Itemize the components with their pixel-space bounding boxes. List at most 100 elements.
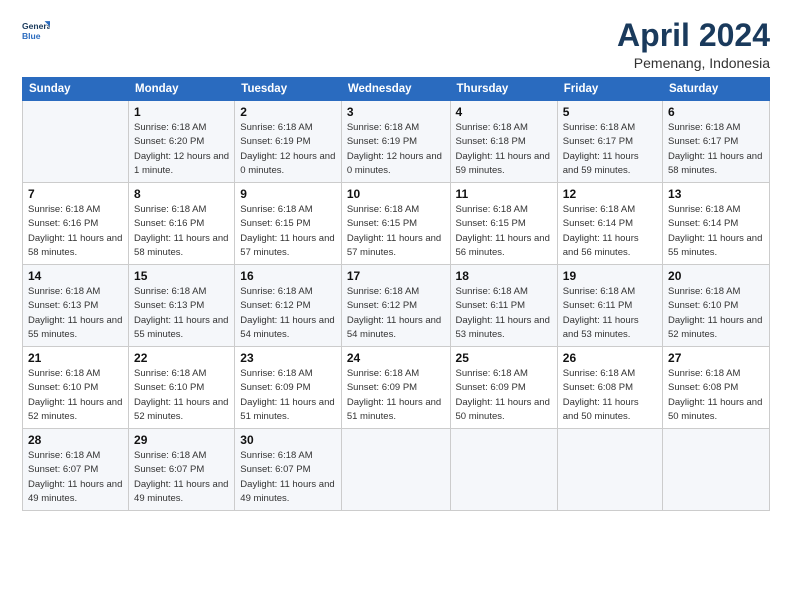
calendar-cell: 3 Sunrise: 6:18 AM Sunset: 6:19 PM Dayli… [341, 101, 450, 183]
sunset: Sunset: 6:10 PM [134, 382, 204, 393]
col-friday: Friday [557, 78, 662, 101]
day-number: 6 [668, 105, 764, 119]
day-number: 18 [456, 269, 552, 283]
sunset: Sunset: 6:11 PM [456, 300, 526, 311]
sunrise: Sunrise: 6:18 AM [240, 122, 312, 133]
day-info: Sunrise: 6:18 AM Sunset: 6:10 PM Dayligh… [134, 367, 229, 424]
day-info: Sunrise: 6:18 AM Sunset: 6:09 PM Dayligh… [456, 367, 552, 424]
daylight: Daylight: 12 hours and 0 minutes. [240, 151, 335, 176]
calendar-cell: 1 Sunrise: 6:18 AM Sunset: 6:20 PM Dayli… [129, 101, 235, 183]
day-number: 21 [28, 351, 123, 365]
sunrise: Sunrise: 6:18 AM [563, 368, 635, 379]
sunrise: Sunrise: 6:18 AM [240, 368, 312, 379]
day-info: Sunrise: 6:18 AM Sunset: 6:19 PM Dayligh… [240, 121, 336, 178]
day-info: Sunrise: 6:18 AM Sunset: 6:13 PM Dayligh… [134, 285, 229, 342]
sunset: Sunset: 6:12 PM [240, 300, 310, 311]
sunrise: Sunrise: 6:18 AM [28, 368, 100, 379]
col-sunday: Sunday [23, 78, 129, 101]
daylight: Daylight: 11 hours and 53 minutes. [563, 315, 639, 340]
day-number: 20 [668, 269, 764, 283]
sunset: Sunset: 6:15 PM [456, 218, 526, 229]
day-number: 10 [347, 187, 445, 201]
daylight: Daylight: 11 hours and 51 minutes. [347, 397, 441, 422]
sunrise: Sunrise: 6:18 AM [668, 122, 740, 133]
day-info: Sunrise: 6:18 AM Sunset: 6:07 PM Dayligh… [240, 449, 336, 506]
sunset: Sunset: 6:10 PM [668, 300, 738, 311]
daylight: Daylight: 11 hours and 53 minutes. [456, 315, 550, 340]
calendar-cell: 14 Sunrise: 6:18 AM Sunset: 6:13 PM Dayl… [23, 265, 129, 347]
sunrise: Sunrise: 6:18 AM [456, 368, 528, 379]
daylight: Daylight: 11 hours and 58 minutes. [134, 233, 228, 258]
day-info: Sunrise: 6:18 AM Sunset: 6:14 PM Dayligh… [668, 203, 764, 260]
day-info: Sunrise: 6:18 AM Sunset: 6:15 PM Dayligh… [347, 203, 445, 260]
sunset: Sunset: 6:10 PM [28, 382, 98, 393]
calendar-cell: 10 Sunrise: 6:18 AM Sunset: 6:15 PM Dayl… [341, 183, 450, 265]
calendar-cell: 18 Sunrise: 6:18 AM Sunset: 6:11 PM Dayl… [450, 265, 557, 347]
sunset: Sunset: 6:09 PM [240, 382, 310, 393]
daylight: Daylight: 11 hours and 59 minutes. [563, 151, 639, 176]
daylight: Daylight: 12 hours and 0 minutes. [347, 151, 442, 176]
sunset: Sunset: 6:08 PM [668, 382, 738, 393]
daylight: Daylight: 11 hours and 56 minutes. [563, 233, 639, 258]
day-info: Sunrise: 6:18 AM Sunset: 6:09 PM Dayligh… [240, 367, 336, 424]
day-number: 3 [347, 105, 445, 119]
sunset: Sunset: 6:20 PM [134, 136, 204, 147]
day-number: 30 [240, 433, 336, 447]
calendar-cell: 17 Sunrise: 6:18 AM Sunset: 6:12 PM Dayl… [341, 265, 450, 347]
day-info: Sunrise: 6:18 AM Sunset: 6:12 PM Dayligh… [347, 285, 445, 342]
calendar-week-3: 21 Sunrise: 6:18 AM Sunset: 6:10 PM Dayl… [23, 347, 770, 429]
calendar-week-4: 28 Sunrise: 6:18 AM Sunset: 6:07 PM Dayl… [23, 429, 770, 511]
day-info: Sunrise: 6:18 AM Sunset: 6:15 PM Dayligh… [240, 203, 336, 260]
calendar-week-0: 1 Sunrise: 6:18 AM Sunset: 6:20 PM Dayli… [23, 101, 770, 183]
calendar-table: Sunday Monday Tuesday Wednesday Thursday… [22, 77, 770, 511]
sunrise: Sunrise: 6:18 AM [240, 204, 312, 215]
day-info: Sunrise: 6:18 AM Sunset: 6:11 PM Dayligh… [563, 285, 657, 342]
daylight: Daylight: 11 hours and 55 minutes. [668, 233, 762, 258]
sunrise: Sunrise: 6:18 AM [668, 204, 740, 215]
day-number: 17 [347, 269, 445, 283]
calendar-cell: 9 Sunrise: 6:18 AM Sunset: 6:15 PM Dayli… [235, 183, 342, 265]
sunset: Sunset: 6:11 PM [563, 300, 633, 311]
col-wednesday: Wednesday [341, 78, 450, 101]
header: General Blue General Blue April 2024 Pem… [22, 18, 770, 71]
day-info: Sunrise: 6:18 AM Sunset: 6:12 PM Dayligh… [240, 285, 336, 342]
title-block: April 2024 Pemenang, Indonesia [617, 18, 770, 71]
daylight: Daylight: 11 hours and 56 minutes. [456, 233, 550, 258]
day-number: 27 [668, 351, 764, 365]
sunset: Sunset: 6:19 PM [240, 136, 310, 147]
calendar-cell: 28 Sunrise: 6:18 AM Sunset: 6:07 PM Dayl… [23, 429, 129, 511]
calendar-cell: 19 Sunrise: 6:18 AM Sunset: 6:11 PM Dayl… [557, 265, 662, 347]
day-info: Sunrise: 6:18 AM Sunset: 6:07 PM Dayligh… [134, 449, 229, 506]
sunrise: Sunrise: 6:18 AM [668, 286, 740, 297]
day-info: Sunrise: 6:18 AM Sunset: 6:15 PM Dayligh… [456, 203, 552, 260]
calendar-week-2: 14 Sunrise: 6:18 AM Sunset: 6:13 PM Dayl… [23, 265, 770, 347]
sunrise: Sunrise: 6:18 AM [134, 368, 206, 379]
col-saturday: Saturday [663, 78, 770, 101]
day-number: 8 [134, 187, 229, 201]
sunset: Sunset: 6:14 PM [668, 218, 738, 229]
day-info: Sunrise: 6:18 AM Sunset: 6:11 PM Dayligh… [456, 285, 552, 342]
day-info: Sunrise: 6:18 AM Sunset: 6:17 PM Dayligh… [668, 121, 764, 178]
daylight: Daylight: 11 hours and 57 minutes. [240, 233, 334, 258]
col-monday: Monday [129, 78, 235, 101]
day-number: 9 [240, 187, 336, 201]
daylight: Daylight: 11 hours and 50 minutes. [668, 397, 762, 422]
logo-icon: General Blue [22, 18, 50, 46]
sunset: Sunset: 6:16 PM [134, 218, 204, 229]
sunrise: Sunrise: 6:18 AM [563, 122, 635, 133]
day-number: 14 [28, 269, 123, 283]
daylight: Daylight: 11 hours and 54 minutes. [347, 315, 441, 340]
sunrise: Sunrise: 6:18 AM [240, 450, 312, 461]
sunset: Sunset: 6:07 PM [28, 464, 98, 475]
day-number: 16 [240, 269, 336, 283]
calendar-cell: 23 Sunrise: 6:18 AM Sunset: 6:09 PM Dayl… [235, 347, 342, 429]
calendar-cell: 7 Sunrise: 6:18 AM Sunset: 6:16 PM Dayli… [23, 183, 129, 265]
day-number: 26 [563, 351, 657, 365]
sunset: Sunset: 6:15 PM [240, 218, 310, 229]
daylight: Daylight: 11 hours and 52 minutes. [28, 397, 122, 422]
sunset: Sunset: 6:07 PM [240, 464, 310, 475]
sunset: Sunset: 6:13 PM [28, 300, 98, 311]
sunrise: Sunrise: 6:18 AM [668, 368, 740, 379]
daylight: Daylight: 11 hours and 54 minutes. [240, 315, 334, 340]
day-number: 5 [563, 105, 657, 119]
